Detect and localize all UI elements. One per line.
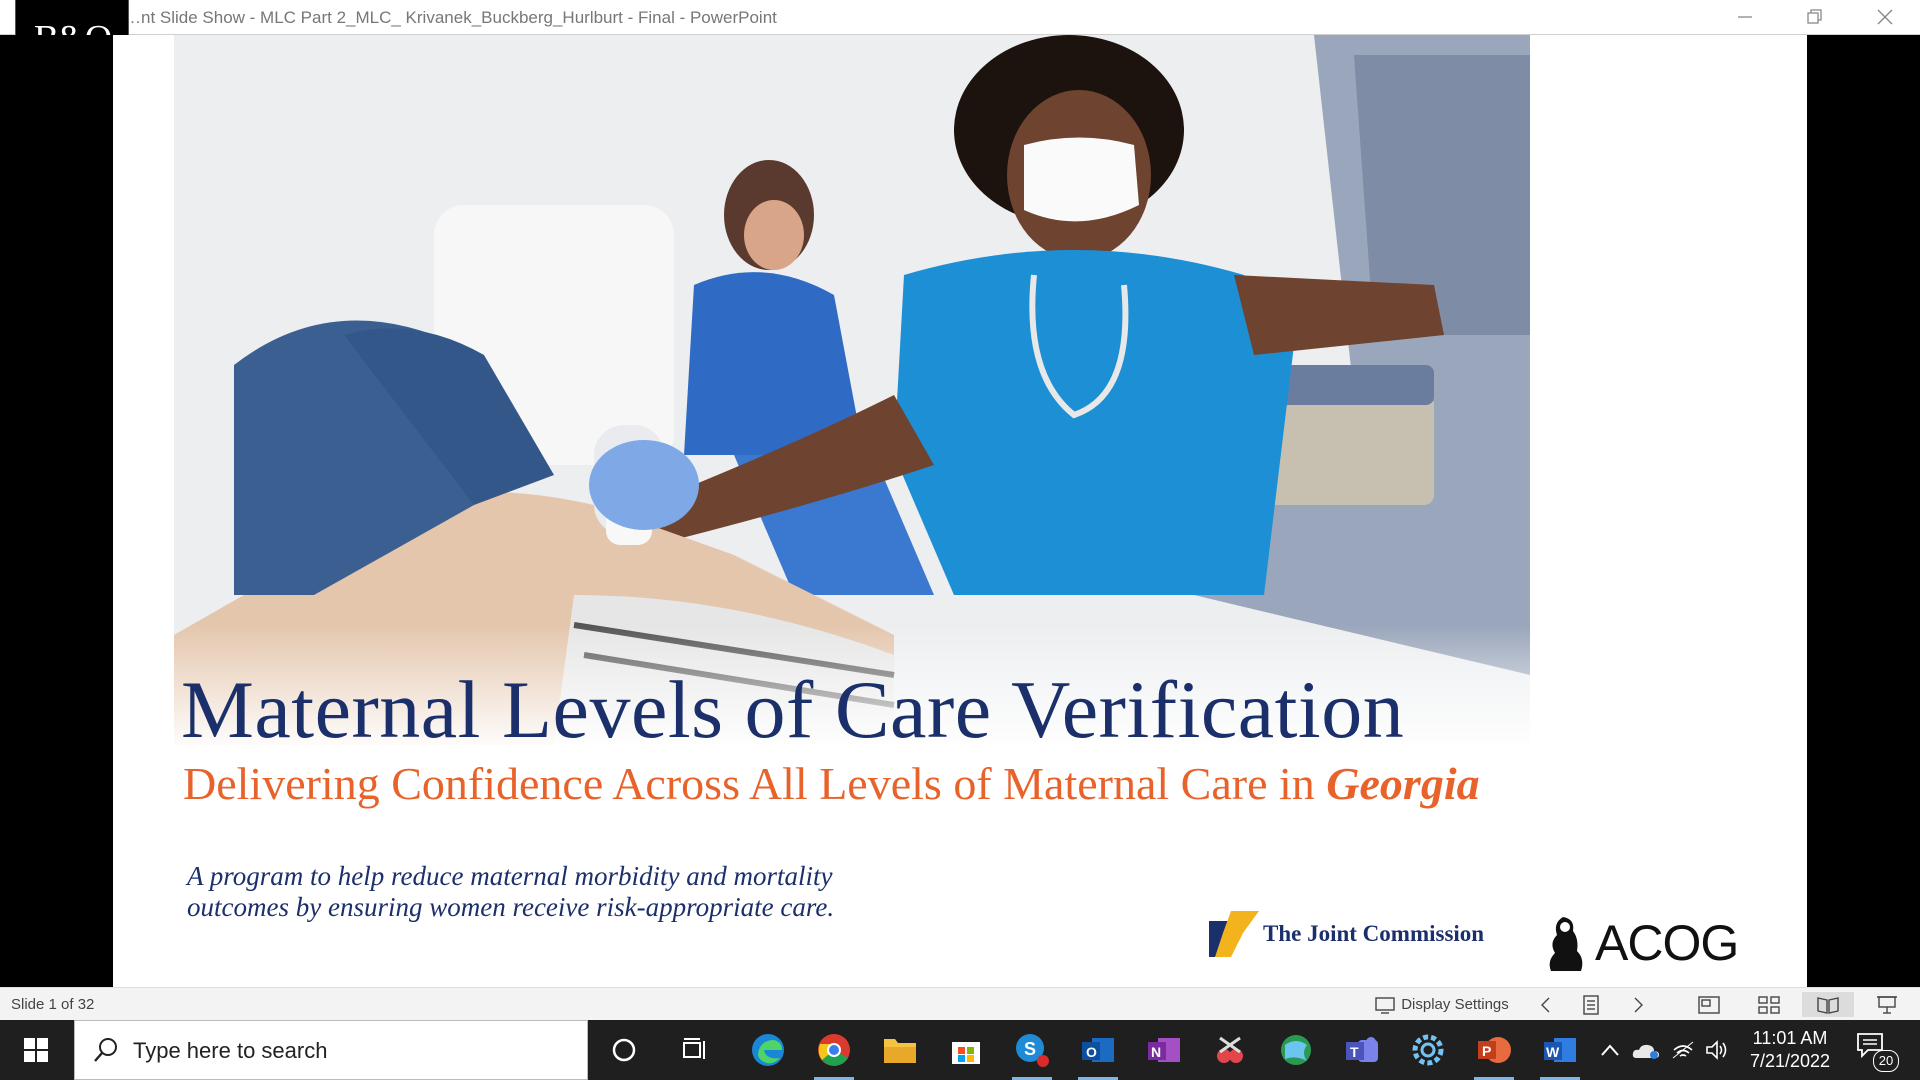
minimize-icon: [1738, 16, 1752, 18]
subtitle-state: Georgia: [1326, 758, 1480, 809]
subtitle-text: Delivering Confidence Across All Levels …: [183, 758, 1327, 809]
joint-commission-mark-icon: [1209, 911, 1259, 957]
ultrasound-photo: [174, 35, 1530, 745]
normal-view-button[interactable]: [1692, 992, 1726, 1017]
restore-icon: [1807, 9, 1822, 24]
powerpoint-icon[interactable]: P: [1474, 1030, 1514, 1070]
slide-show-button[interactable]: [1870, 992, 1904, 1017]
joint-commission-logo: The Joint Commission: [1209, 911, 1484, 957]
slide-tagline: A program to help reduce maternal morbid…: [187, 861, 834, 923]
clock-date: 7/21/2022: [1749, 1051, 1831, 1071]
file-explorer-icon[interactable]: [880, 1030, 920, 1070]
edge-icon[interactable]: [748, 1030, 788, 1070]
network-tray-button[interactable]: [1668, 1020, 1698, 1080]
slide-subtitle: Delivering Confidence Across All Levels …: [183, 757, 1480, 810]
window-title-bar: …nt Slide Show - MLC Part 2_MLC_ Krivane…: [0, 0, 1920, 35]
next-slide-button[interactable]: [1624, 992, 1654, 1017]
acog-name: ACOG: [1595, 915, 1739, 971]
slide-canvas[interactable]: Maternal Levels of Care Verification Del…: [113, 35, 1807, 987]
display-settings-button[interactable]: Display Settings: [1372, 992, 1512, 1017]
reading-view-icon: [1817, 996, 1839, 1014]
slide-menu-icon: [1583, 994, 1599, 1015]
microsoft-store-icon[interactable]: [946, 1030, 986, 1070]
taskbar-clock[interactable]: 11:01 AM 7/21/2022: [1740, 1027, 1840, 1073]
action-center-button[interactable]: 20: [1856, 1032, 1899, 1072]
slide-title: Maternal Levels of Care Verification: [181, 664, 1405, 755]
restore-button[interactable]: [1785, 0, 1845, 34]
word-icon[interactable]: W: [1540, 1030, 1580, 1070]
volume-tray-button[interactable]: [1702, 1020, 1732, 1080]
status-bar: Slide 1 of 32 Display Settings: [0, 987, 1920, 1021]
onedrive-tray-button[interactable]: [1630, 1020, 1662, 1080]
close-button[interactable]: [1855, 0, 1915, 34]
wifi-icon: [1672, 1041, 1694, 1059]
skype-for-business-icon[interactable]: S: [1012, 1030, 1052, 1070]
tagline-line-1: A program to help reduce maternal morbid…: [187, 861, 833, 891]
reading-view-button[interactable]: [1802, 992, 1854, 1017]
chevron-up-icon: [1601, 1044, 1619, 1056]
tagline-line-2: outcomes by ensuring women receive risk-…: [187, 892, 835, 922]
clock-time: 11:01 AM: [1752, 1028, 1828, 1048]
previous-slide-button[interactable]: [1530, 992, 1560, 1017]
acog-logo: ACOG: [1543, 913, 1739, 973]
svg-text:S: S: [1024, 1039, 1036, 1059]
svg-text:N: N: [1151, 1044, 1161, 1060]
minimize-button[interactable]: [1715, 0, 1775, 34]
display-settings-label: Display Settings: [1401, 996, 1509, 1013]
search-placeholder: Type here to search: [133, 1038, 328, 1063]
svg-text:O: O: [1086, 1044, 1097, 1060]
display-settings-icon: [1375, 996, 1395, 1014]
normal-view-icon: [1698, 995, 1720, 1014]
close-icon: [1877, 9, 1893, 25]
slide-menu-button[interactable]: [1576, 992, 1606, 1017]
speaker-icon: [1706, 1040, 1727, 1060]
slide-counter: Slide 1 of 32: [11, 996, 95, 1013]
outlook-icon[interactable]: O: [1078, 1030, 1118, 1070]
maps-icon[interactable]: [1276, 1030, 1316, 1070]
svg-text:P: P: [1482, 1043, 1491, 1059]
slide-show-icon: [1877, 995, 1897, 1014]
chevron-left-icon: [1541, 997, 1550, 1012]
slide-sorter-button[interactable]: [1752, 992, 1786, 1017]
slide-sorter-icon: [1758, 995, 1780, 1014]
joint-commission-name: The Joint Commission: [1263, 921, 1485, 946]
teams-icon[interactable]: T: [1342, 1030, 1382, 1070]
chevron-right-icon: [1634, 997, 1643, 1012]
taskbar-search-box[interactable]: Type here to search: [74, 1020, 588, 1080]
windows-taskbar: Type here to search S O N T P W 11:01 AM…: [0, 1020, 1920, 1080]
left-letterbox: [0, 35, 113, 987]
window-title: …nt Slide Show - MLC Part 2_MLC_ Krivane…: [124, 8, 777, 27]
chrome-icon[interactable]: [814, 1030, 854, 1070]
right-letterbox: [1807, 35, 1920, 987]
windows-logo-icon: [24, 1038, 48, 1062]
settings-icon[interactable]: [1408, 1030, 1448, 1070]
notification-count-badge: 20: [1873, 1050, 1899, 1072]
svg-text:W: W: [1546, 1044, 1560, 1060]
task-view-icon[interactable]: [676, 1030, 716, 1070]
onenote-icon[interactable]: N: [1144, 1030, 1184, 1070]
svg-text:T: T: [1350, 1044, 1359, 1060]
search-icon: [94, 1038, 117, 1062]
show-hidden-icons-button[interactable]: [1596, 1020, 1624, 1080]
onedrive-icon: [1632, 1044, 1659, 1059]
cortana-icon[interactable]: [604, 1030, 644, 1070]
snipping-tool-icon[interactable]: [1210, 1030, 1250, 1070]
start-button[interactable]: [0, 1020, 72, 1080]
acog-emblem-icon: [1549, 917, 1583, 971]
